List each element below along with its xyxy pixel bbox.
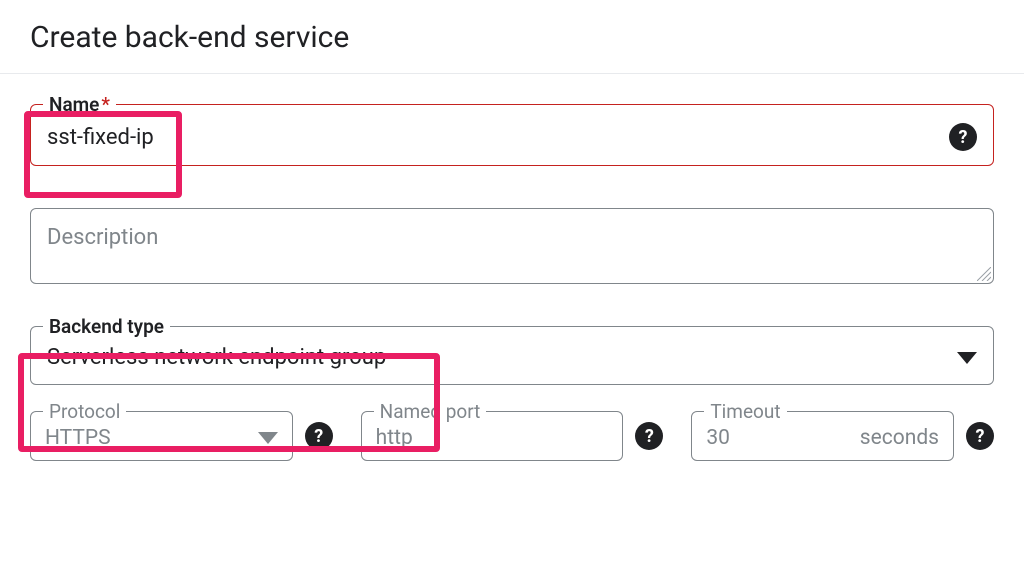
named-port-field[interactable]: Named port http <box>361 411 624 461</box>
timeout-label: Timeout <box>704 400 786 423</box>
protocol-select[interactable]: Protocol HTTPS <box>30 411 293 461</box>
help-icon[interactable]: ? <box>949 123 977 151</box>
chevron-down-icon <box>258 432 278 444</box>
named-port-value: http <box>376 426 609 450</box>
name-label: Name* <box>43 93 116 116</box>
description-field[interactable]: Description <box>30 208 994 284</box>
backend-type-value: Serverless network endpoint group <box>47 345 949 370</box>
name-value[interactable]: sst-fixed-ip <box>47 125 937 150</box>
backend-type-label: Backend type <box>43 315 170 338</box>
timeout-field[interactable]: Timeout 30 seconds <box>691 411 954 461</box>
help-icon[interactable]: ? <box>305 422 333 450</box>
backend-type-select[interactable]: Backend type Serverless network endpoint… <box>30 326 994 385</box>
protocol-label: Protocol <box>43 400 126 423</box>
timeout-value: 30 <box>706 426 851 450</box>
name-field[interactable]: Name* sst-fixed-ip ? <box>30 104 994 166</box>
protocol-value: HTTPS <box>45 426 250 450</box>
form: Name* sst-fixed-ip ? Description Backend… <box>0 74 1024 461</box>
timeout-unit: seconds <box>860 426 939 450</box>
help-icon[interactable]: ? <box>635 422 663 450</box>
help-icon[interactable]: ? <box>966 422 994 450</box>
description-placeholder: Description <box>47 225 158 250</box>
resize-handle-icon[interactable] <box>977 267 991 281</box>
chevron-down-icon <box>957 352 977 364</box>
protocol-row: Protocol HTTPS ? Named port http ? Timeo… <box>30 411 994 461</box>
named-port-label: Named port <box>374 400 487 423</box>
page-header: Create back-end service <box>0 0 1024 74</box>
page-title: Create back-end service <box>30 20 994 55</box>
